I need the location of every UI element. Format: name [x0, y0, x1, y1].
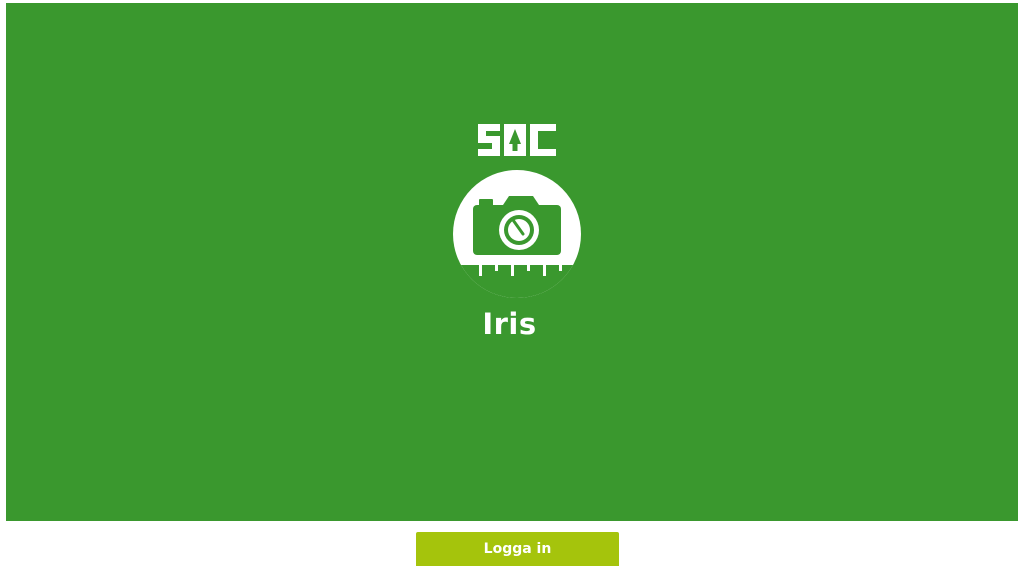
page: Iris Logga in: [0, 0, 1019, 566]
camera-ruler-icon: [453, 170, 581, 298]
app-title: Iris: [482, 307, 537, 341]
login-button-label: Logga in: [483, 541, 552, 557]
login-button[interactable]: Logga in: [416, 532, 619, 566]
sdc-logo-icon: [478, 124, 556, 156]
